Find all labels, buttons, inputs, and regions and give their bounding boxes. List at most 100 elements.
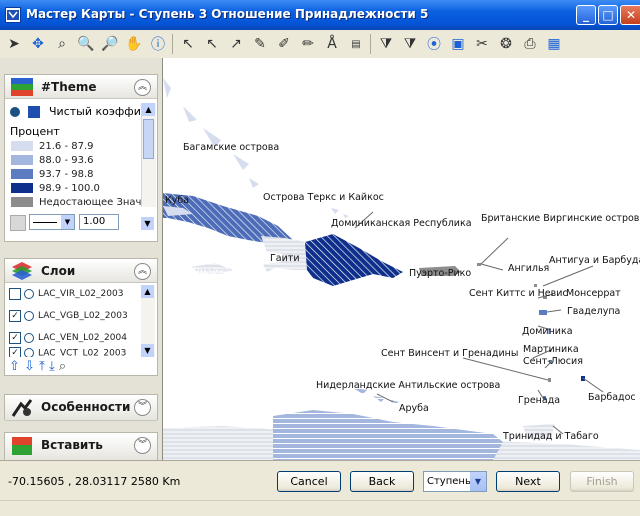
chevron-down-icon[interactable]: ▼ xyxy=(470,472,486,491)
expand-icon[interactable]: ︾ xyxy=(134,399,151,416)
legend-swatch xyxy=(11,155,33,165)
chevron-down-icon[interactable]: ▼ xyxy=(61,215,74,229)
map-label: Антигуа и Барбуда xyxy=(549,255,640,266)
map-view[interactable]: Багамские острова Куба Острова Теркс и К… xyxy=(163,58,640,460)
turks-caicos-shape[interactable] xyxy=(331,208,349,218)
select-arrow-icon[interactable]: ↖ xyxy=(178,34,198,54)
legend-row-1: 21.6 - 87.9 xyxy=(11,141,94,153)
zoom-out-icon[interactable]: 🔎 xyxy=(100,34,120,54)
layer-checkbox[interactable]: ✓ xyxy=(9,331,21,344)
fill-color-swatch[interactable] xyxy=(10,215,26,231)
export-icon[interactable]: ▦ xyxy=(544,34,564,54)
print-icon[interactable]: ⎙ xyxy=(520,34,540,54)
map-label: Тринидад и Табаго xyxy=(502,431,599,442)
text-icon[interactable]: Å xyxy=(322,34,342,54)
close-button[interactable]: ✕ xyxy=(620,5,640,25)
line-sample xyxy=(33,222,57,223)
hand-icon[interactable]: ✋ xyxy=(124,34,144,54)
next-button[interactable]: Next xyxy=(496,471,560,492)
layers-panel-header[interactable]: Слои ︽ xyxy=(5,259,157,283)
layer-checkbox[interactable]: ✓ xyxy=(9,309,21,322)
insert-icon xyxy=(12,437,32,455)
back-button[interactable]: Back xyxy=(350,471,414,492)
status-bar xyxy=(0,500,640,516)
layer-row-1[interactable]: LAC_VIR_L02_2003 xyxy=(9,285,123,303)
move-bottom-icon[interactable]: ⤓ xyxy=(49,359,55,374)
tools-icon[interactable]: ✂ xyxy=(472,34,492,54)
select-arrow-2-icon[interactable]: ↖ xyxy=(202,34,222,54)
venezuela-shape[interactable] xyxy=(273,410,503,460)
move-up-icon[interactable]: ⇧ xyxy=(9,359,20,374)
toolbar-separator xyxy=(172,34,173,54)
pencil-icon[interactable]: ✎ xyxy=(250,34,270,54)
collapse-icon[interactable]: ︽ xyxy=(134,263,151,280)
step-select[interactable]: Ступень 3 ▼ xyxy=(423,471,487,492)
select-arrow-3-icon[interactable]: ↗ xyxy=(226,34,246,54)
label-icon[interactable]: ▤ xyxy=(346,34,366,54)
layer-name: LAC_VCT_L02_2003 xyxy=(38,348,127,358)
move-top-icon[interactable]: ⤒ xyxy=(39,359,45,374)
info-icon[interactable]: ⓘ xyxy=(148,34,168,54)
map-canvas[interactable]: Багамские острова Куба Острова Теркс и К… xyxy=(163,58,640,460)
edit-shape-icon[interactable]: ✐ xyxy=(274,34,294,54)
collapse-icon[interactable]: ︽ xyxy=(134,79,151,96)
maximize-button[interactable]: □ xyxy=(598,5,618,25)
expand-icon[interactable]: ︾ xyxy=(134,437,151,454)
layers-scrollbar[interactable]: ▲ ▼ xyxy=(141,285,155,357)
layer-checkbox[interactable] xyxy=(9,287,21,300)
edit-vertex-icon[interactable]: ✏ xyxy=(298,34,318,54)
scroll-down-icon[interactable]: ▼ xyxy=(141,344,154,357)
map-label: Острова Теркс и Кайкос xyxy=(263,192,384,203)
layer-row-4[interactable]: ✓ LAC_VCT_L02_2003 xyxy=(9,347,126,357)
move-down-icon[interactable]: ⇩ xyxy=(24,359,35,374)
layer-search-icon[interactable]: ⌕ xyxy=(59,359,66,374)
features-panel: Особенности ︾ xyxy=(4,394,158,421)
layer-radio[interactable] xyxy=(24,348,34,357)
filter-icon[interactable]: ⧩ xyxy=(376,34,396,54)
zoom-in-icon[interactable]: 🔍 xyxy=(76,34,96,54)
map-label: Доминиканская Республика xyxy=(331,218,472,229)
finish-button[interactable]: Finish xyxy=(570,471,634,492)
scroll-up-icon[interactable]: ▲ xyxy=(141,285,154,298)
dominican-republic-shape[interactable] xyxy=(305,234,403,286)
theme-panel-header[interactable]: #Theme ︽ xyxy=(5,75,157,99)
layer-radio[interactable] xyxy=(24,288,34,299)
insert-panel-header[interactable]: Вставить ︾ xyxy=(5,433,157,461)
filter-2-icon[interactable]: ⧩ xyxy=(400,34,420,54)
line-style-select[interactable]: ▼ xyxy=(29,214,75,230)
minimize-button[interactable]: _ xyxy=(576,5,596,25)
features-panel-header[interactable]: Особенности ︾ xyxy=(5,395,157,421)
scroll-down-icon[interactable]: ▼ xyxy=(141,217,154,230)
legend-row-2: 88.0 - 93.6 xyxy=(11,155,94,167)
save-icon[interactable]: ▣ xyxy=(448,34,468,54)
bahamas-shape[interactable] xyxy=(163,78,259,188)
map-label: Багамские острова xyxy=(183,142,279,153)
cancel-button[interactable]: Cancel xyxy=(277,471,341,492)
scroll-thumb[interactable] xyxy=(143,119,154,159)
theme-radio[interactable] xyxy=(10,107,20,117)
map-label: Гаити xyxy=(270,253,300,264)
app-icon xyxy=(5,7,21,23)
theme-scrollbar[interactable]: ▲ xyxy=(141,103,156,207)
close-icon: ✕ xyxy=(625,8,637,22)
coordinates-readout: -70.15605 , 28.03117 2580 Km xyxy=(8,475,181,488)
title-bar: Мастер Карты - Ступень 3 Отношение Прина… xyxy=(0,0,640,30)
pointer-icon[interactable]: ➤ xyxy=(4,34,24,54)
legend-label: Недостающее Знач xyxy=(39,197,142,208)
layer-radio[interactable] xyxy=(24,310,34,321)
line-width-input[interactable]: 1.00 xyxy=(79,214,119,230)
layer-radio[interactable] xyxy=(24,332,34,343)
maximize-icon: □ xyxy=(602,8,614,22)
layer-row-3[interactable]: ✓ LAC_VEN_L02_2004 xyxy=(9,329,127,347)
pan-cross-icon[interactable]: ✥ xyxy=(28,34,48,54)
layer-checkbox[interactable]: ✓ xyxy=(9,347,21,357)
globe-icon[interactable]: ❂ xyxy=(496,34,516,54)
map-label: Сент Киттс и Невис xyxy=(469,288,568,299)
legend-label: 88.0 - 93.6 xyxy=(39,155,94,166)
scroll-up-icon[interactable]: ▲ xyxy=(142,103,155,116)
layer-row-2[interactable]: ✓ LAC_VGB_L02_2003 xyxy=(9,307,128,325)
circle-icon[interactable]: ⦿ xyxy=(424,34,444,54)
zoom-extent-icon[interactable]: ⌕ xyxy=(52,34,72,54)
map-label: Сент Винсент и Гренадины xyxy=(381,348,518,359)
theme-layer-row[interactable]: Чистый коэффи xyxy=(10,105,141,118)
